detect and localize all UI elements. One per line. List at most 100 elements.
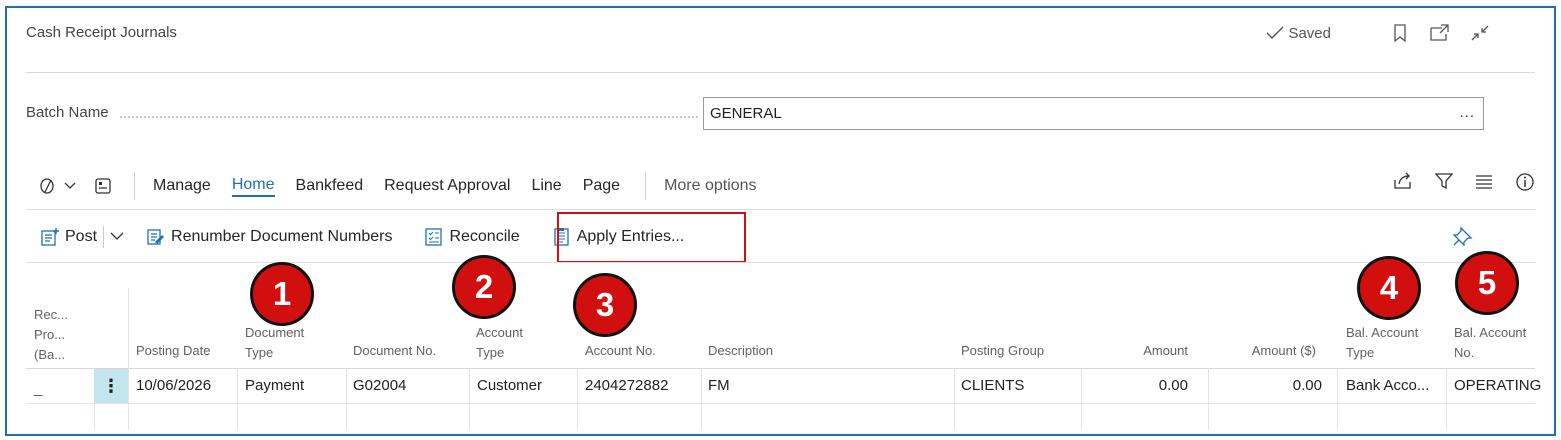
cell-bal-account-no[interactable]: OPERATING (1454, 377, 1541, 394)
cell-account-type[interactable]: Customer (477, 377, 542, 394)
menu-line[interactable]: Line (531, 177, 561, 195)
page-title: Cash Receipt Journals (26, 24, 177, 41)
info-icon[interactable] (1515, 172, 1535, 197)
row-cell-border (1081, 368, 1082, 430)
apply-entries-highlight (557, 212, 746, 263)
renumber-label: Renumber Document Numbers (171, 228, 393, 245)
share-icon[interactable] (1393, 172, 1413, 197)
collapse-icon[interactable] (1469, 22, 1491, 44)
chevron-down-icon (64, 182, 76, 189)
action-bar: Manage Home Bankfeed Request Approval Li… (26, 168, 1535, 204)
saved-status: Saved (1266, 25, 1331, 42)
column-separator (128, 288, 129, 368)
cell-posting-date[interactable]: 10/06/2026 (136, 377, 211, 394)
cell-description[interactable]: FM (708, 377, 730, 394)
row-cell-border (1337, 368, 1338, 430)
annotation-4: 4 (1357, 256, 1421, 320)
reconcile-label: Reconcile (449, 228, 520, 245)
post-split-separator (103, 226, 105, 248)
header-rec[interactable]: Rec... Pro... (Ba... (34, 305, 68, 365)
annotation-5: 5 (1455, 251, 1519, 315)
post-dropdown-chevron-icon[interactable] (110, 228, 124, 246)
annotation-2: 2 (452, 255, 516, 319)
batch-name-leader (120, 104, 698, 118)
batch-name-label: Batch Name (26, 104, 109, 121)
focus-mode-icon[interactable] (94, 177, 112, 195)
open-in-new-window-icon[interactable] (1429, 22, 1451, 44)
row-cell-border (577, 368, 578, 430)
header-amount-usd[interactable]: Amount ($) (1218, 341, 1316, 361)
batch-name-field[interactable]: GENERAL ... (703, 97, 1484, 130)
table-row-divider (26, 403, 1535, 404)
header-bal-account-no-line1: Bal. Account (1454, 325, 1527, 340)
row-cell-border (1446, 368, 1447, 430)
header-document-no[interactable]: Document No. (353, 341, 436, 361)
row-cell-border (346, 368, 347, 430)
cell-document-no[interactable]: G02004 (353, 377, 406, 394)
reconcile-icon (425, 228, 443, 246)
action-bar-right-icons (1393, 172, 1535, 197)
header-account-no[interactable]: Account No. (585, 341, 656, 361)
annotation-3: 3 (573, 273, 637, 337)
reconcile-button[interactable]: Reconcile (424, 227, 520, 247)
header-bal-account-type[interactable]: Bal. Account Type (1346, 323, 1418, 363)
cell-rec[interactable]: _ (34, 380, 42, 397)
action-bar-separator-2 (645, 172, 647, 200)
header-posting-group[interactable]: Posting Group (961, 341, 1044, 361)
row-actions-button[interactable]: ⋮ (94, 369, 128, 403)
header-bal-account-type-line1: Bal. Account (1346, 325, 1419, 340)
post-button[interactable]: Post (40, 227, 97, 247)
menu-bankfeed[interactable]: Bankfeed (296, 177, 364, 195)
header-rec-line2: Pro... (34, 327, 66, 342)
menu-manage[interactable]: Manage (153, 177, 211, 195)
cell-account-no[interactable]: 2404272882 (585, 377, 668, 394)
header-rec-line3: (Ba... (34, 347, 66, 362)
header-document-type-line2: Type (245, 345, 274, 360)
header-description[interactable]: Description (708, 341, 773, 361)
header-document-type-line1: Document (245, 325, 305, 340)
checkmark-icon (1266, 26, 1284, 39)
header-account-type-line2: Type (476, 345, 505, 360)
action-bar-separator (134, 172, 135, 200)
personalize-menu[interactable] (38, 177, 76, 195)
header-divider (26, 72, 1535, 73)
row-cell-border (701, 368, 702, 430)
row-cell-border (469, 368, 470, 430)
toolbar-divider (26, 262, 1535, 263)
renumber-icon (147, 229, 165, 245)
menu-home[interactable]: Home (231, 176, 275, 197)
renumber-document-numbers-button[interactable]: Renumber Document Numbers (146, 227, 392, 247)
batch-name-value: GENERAL (710, 105, 782, 122)
table-header-divider (26, 368, 1535, 369)
row-cell-border (237, 368, 238, 430)
header-posting-date[interactable]: Posting Date (136, 341, 210, 361)
row-cell-border (1208, 368, 1209, 430)
post-label: Post (65, 228, 98, 245)
header-bal-account-type-line2: Type (1346, 345, 1375, 360)
header-document-type[interactable]: Document Type (245, 323, 304, 363)
batch-lookup-button[interactable]: ... (1459, 104, 1475, 121)
cell-amount-usd[interactable]: 0.00 (1218, 377, 1322, 394)
action-bar-divider (26, 209, 1535, 210)
cell-document-type[interactable]: Payment (245, 377, 304, 394)
list-view-icon[interactable] (1475, 172, 1493, 197)
more-options-button[interactable]: More options (664, 177, 757, 195)
header-amount[interactable]: Amount (1090, 341, 1188, 361)
header-account-type[interactable]: Account Type (476, 323, 523, 363)
row-cell-border (954, 368, 955, 430)
annotation-1: 1 (250, 262, 314, 326)
pin-icon[interactable] (1452, 226, 1473, 251)
header-bal-account-no-line2: No. (1454, 345, 1475, 360)
header-bal-account-no[interactable]: Bal. Account No. (1454, 323, 1526, 363)
header-rec-line1: Rec... (34, 307, 68, 322)
menu-page[interactable]: Page (583, 177, 620, 195)
saved-label: Saved (1288, 24, 1331, 42)
cell-bal-account-type[interactable]: Bank Acco... (1346, 377, 1429, 394)
menu-request-approval[interactable]: Request Approval (384, 177, 510, 195)
post-icon (41, 228, 59, 246)
bookmark-icon[interactable] (1389, 22, 1411, 44)
cell-posting-group[interactable]: CLIENTS (961, 377, 1024, 394)
cell-amount[interactable]: 0.00 (1090, 377, 1188, 394)
filter-icon[interactable] (1434, 172, 1454, 197)
header-account-type-line1: Account (476, 325, 523, 340)
